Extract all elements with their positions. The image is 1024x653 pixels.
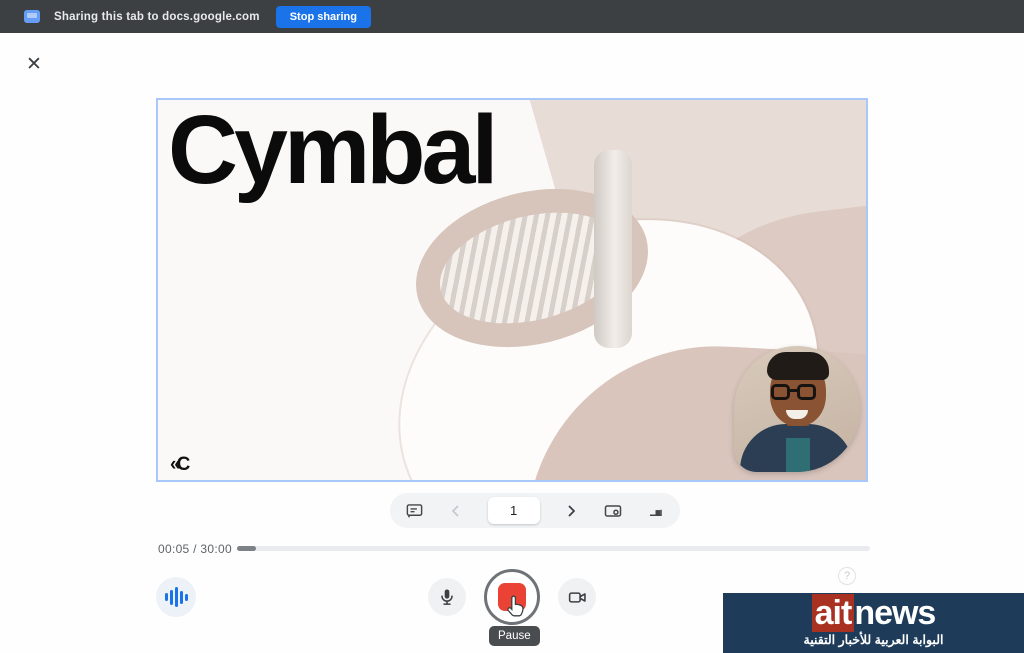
pause-tooltip: Pause <box>489 626 540 646</box>
recording-progress-bar[interactable] <box>237 546 870 551</box>
microphone-icon <box>437 587 457 607</box>
aitnews-tagline: البوابة العربية للأخبار التقنية <box>804 633 944 648</box>
chevron-left-icon[interactable] <box>447 502 465 520</box>
slide-preview: Cymbal «C <box>156 98 868 482</box>
video-camera-icon <box>567 587 588 608</box>
sharing-message: Sharing this tab to docs.google.com <box>54 11 260 23</box>
stop-sharing-button[interactable]: Stop sharing <box>276 6 371 28</box>
stop-recording-button[interactable] <box>484 569 540 625</box>
picture-in-picture-icon[interactable] <box>603 501 623 521</box>
microphone-button[interactable] <box>428 578 466 616</box>
presenter-hair <box>767 352 829 380</box>
chevron-right-icon[interactable] <box>562 502 580 520</box>
recording-time: 00:05 / 30:00 <box>158 542 232 556</box>
tab-sharing-bar: Sharing this tab to docs.google.com Stop… <box>0 0 1024 33</box>
audio-levels-button[interactable] <box>156 577 196 617</box>
camera-button[interactable] <box>558 578 596 616</box>
progress-fill <box>237 546 256 551</box>
help-icon[interactable]: ? <box>838 567 856 585</box>
cymbal-logo-mark: «C <box>170 454 186 476</box>
aitnews-logo-ait: ait <box>812 594 855 632</box>
screen-share-icon <box>24 10 40 23</box>
presenter-glasses <box>797 384 816 400</box>
presenter-shirt <box>786 438 810 472</box>
presenter-glasses <box>771 384 790 400</box>
bubble-corner-icon[interactable] <box>646 501 665 520</box>
aitnews-logo-news: news <box>854 594 935 632</box>
recording-screen: Sharing this tab to docs.google.com Stop… <box>0 0 1024 653</box>
stop-recording-icon <box>498 583 526 611</box>
presenter-glasses-bridge <box>789 389 799 392</box>
slide-nav-toolbar: 1 <box>390 493 680 528</box>
slide-title: Cymbal <box>168 100 494 201</box>
presenter-webcam-bubble[interactable] <box>734 346 860 472</box>
page-number-box[interactable]: 1 <box>488 497 540 524</box>
audio-levels-icon <box>165 587 188 607</box>
close-icon[interactable]: ✕ <box>26 55 42 74</box>
aitnews-watermark: aitnews البوابة العربية للأخبار التقنية <box>723 593 1024 653</box>
arch-shape <box>594 150 632 348</box>
speaker-notes-icon[interactable] <box>405 501 424 520</box>
aitnews-logo: aitnews <box>812 593 936 633</box>
